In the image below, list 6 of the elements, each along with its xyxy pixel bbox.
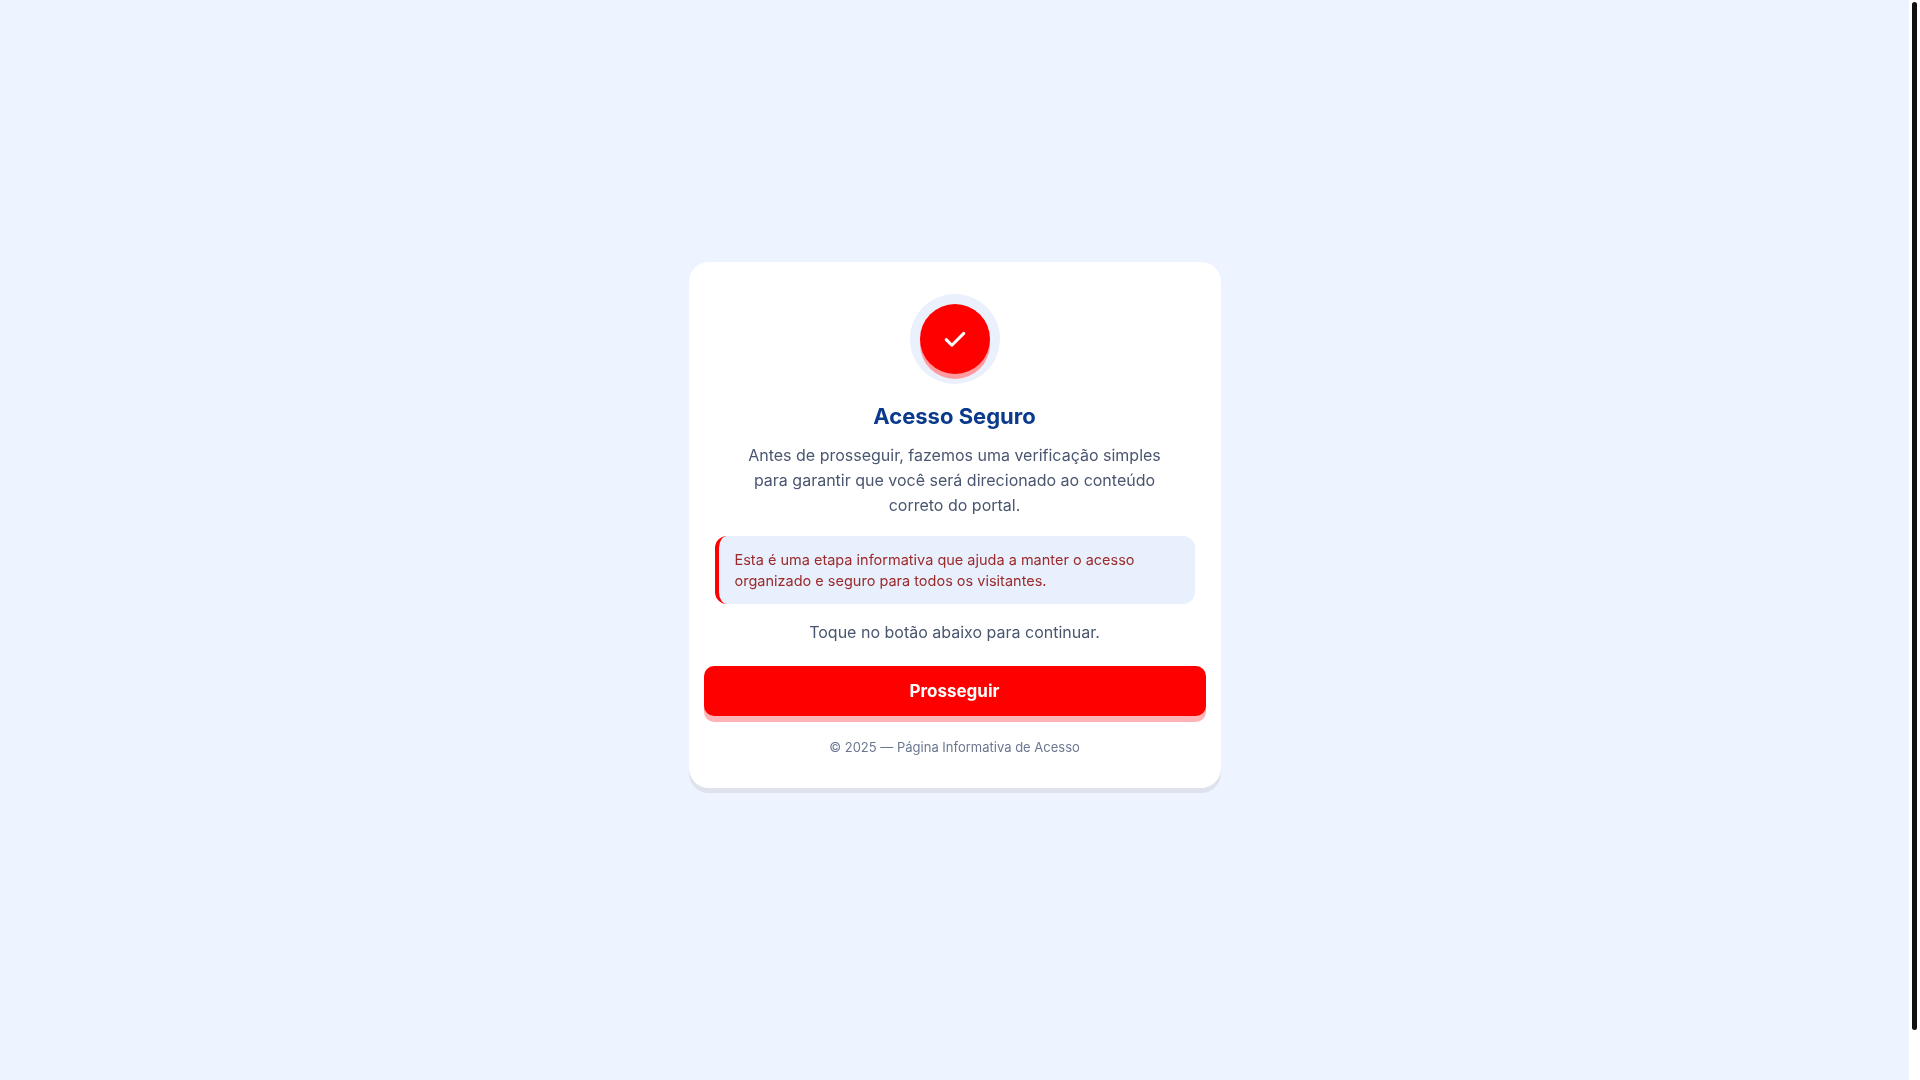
intro-text: Antes de prosseguir, fazemos uma verificação simples para garantir que você será direcionado ao conteúdo correto do portal. (747, 444, 1162, 518)
notice-text: Esta é uma etapa informativa que ajuda a manter o acesso organizado e seguro para todos os visitantes. (734, 550, 1136, 592)
instruction-text: Toque no botão abaixo para continuar. (809, 621, 1100, 645)
scrollbar[interactable] (1909, 0, 1920, 1080)
card-title: Acesso Seguro (873, 402, 1036, 432)
footer-text: © 2025 — Página Informativa de Acesso (829, 738, 1080, 758)
